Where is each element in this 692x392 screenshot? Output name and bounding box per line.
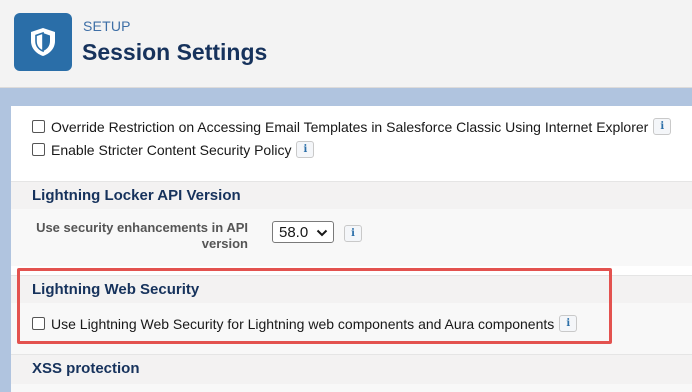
- stricter-csp-option: Enable Stricter Content Security Policy …: [32, 141, 315, 158]
- lws-checkbox[interactable]: [32, 317, 45, 330]
- page-header: SETUP Session Settings: [0, 0, 692, 88]
- info-icon[interactable]: i: [296, 141, 315, 158]
- api-version-label: Use security enhancements in API version: [36, 220, 248, 251]
- xss-section-header: XSS protection: [11, 354, 692, 384]
- stricter-csp-checkbox[interactable]: [32, 143, 45, 156]
- setup-kicker: SETUP: [83, 18, 131, 34]
- shield-icon: [14, 13, 72, 71]
- xss-section-body: [11, 384, 692, 392]
- info-icon[interactable]: i: [344, 225, 362, 242]
- api-version-select[interactable]: 58.0: [272, 221, 334, 243]
- override-restriction-label: Override Restriction on Accessing Email …: [51, 118, 649, 135]
- info-icon[interactable]: i: [559, 315, 578, 332]
- page-title: Session Settings: [82, 39, 268, 65]
- chevron-down-icon: [316, 229, 328, 237]
- lws-checkbox-label: Use Lightning Web Security for Lightning…: [51, 315, 555, 332]
- info-icon[interactable]: i: [653, 118, 672, 135]
- decorative-band: [0, 88, 692, 106]
- override-restriction-option: Override Restriction on Accessing Email …: [32, 118, 672, 135]
- lws-section-header: Lightning Web Security: [11, 275, 692, 303]
- override-restriction-checkbox[interactable]: [32, 120, 45, 133]
- locker-section-header: Lightning Locker API Version: [11, 181, 692, 209]
- lws-option: Use Lightning Web Security for Lightning…: [32, 315, 578, 332]
- stricter-csp-label: Enable Stricter Content Security Policy: [51, 141, 292, 158]
- api-version-value: 58.0: [279, 223, 309, 241]
